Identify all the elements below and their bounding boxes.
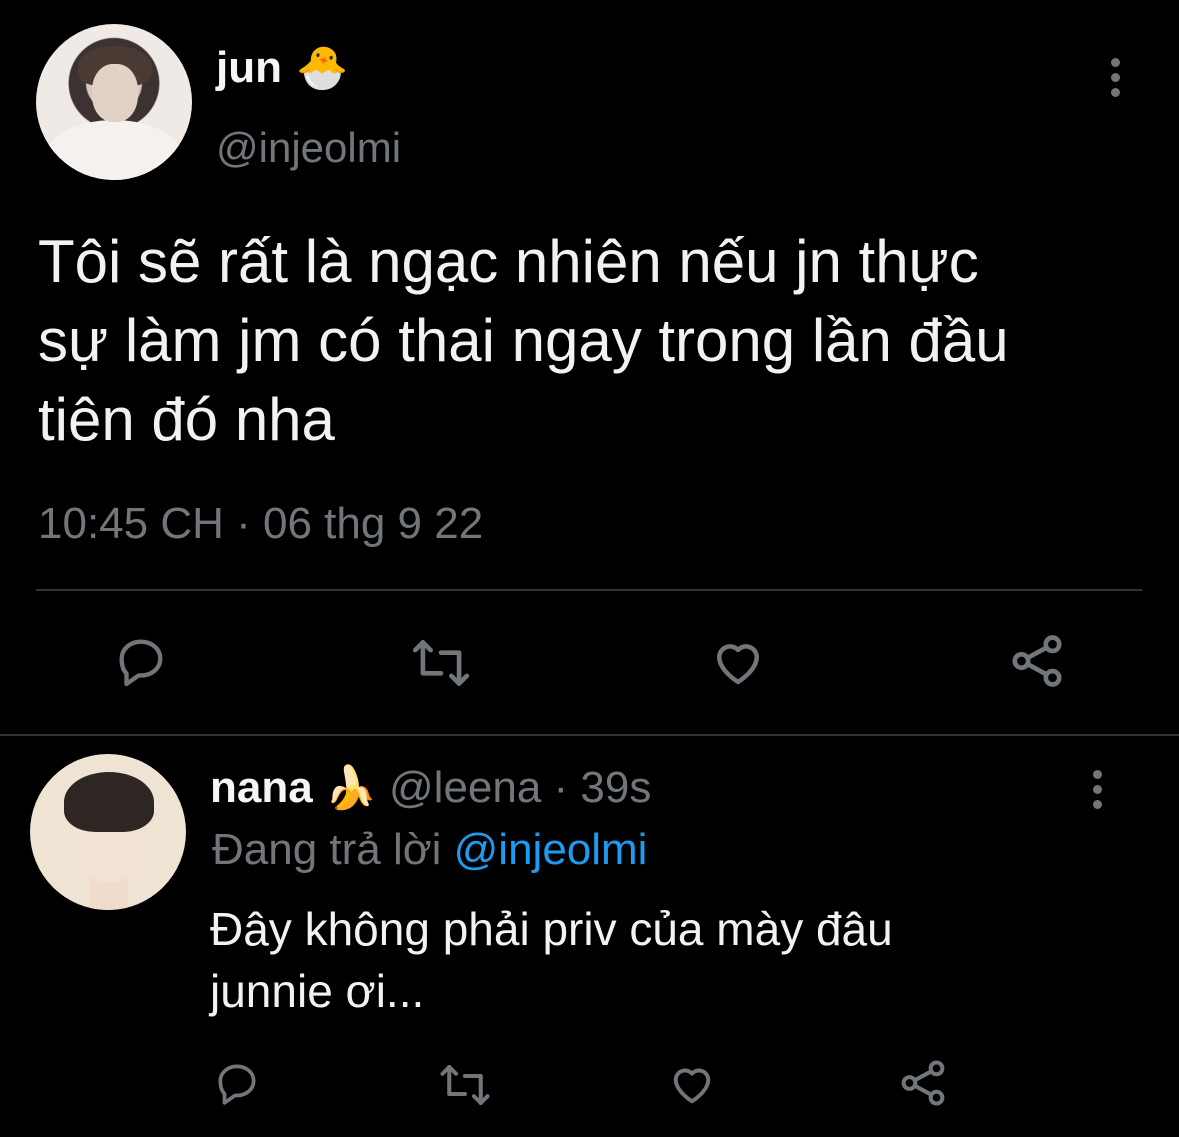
main-display-name[interactable]: jun 🐣 bbox=[216, 40, 348, 96]
reply-more-options-icon[interactable] bbox=[1092, 770, 1102, 809]
retweet-icon[interactable] bbox=[410, 632, 472, 694]
main-tweet-text: Tôi sẽ rất là ngạc nhiên nếu jn thực sự … bbox=[38, 228, 1009, 453]
like-icon[interactable] bbox=[708, 632, 768, 692]
reply-share-icon[interactable] bbox=[896, 1056, 950, 1110]
main-timestamp[interactable]: 10:45 CH · 06 thg 9 22 bbox=[38, 496, 483, 552]
reply-icon[interactable] bbox=[112, 632, 170, 690]
banana-emoji: 🍌 bbox=[324, 763, 377, 812]
reply-tweet-text: Đây không phải priv của mày đâu junnie ơ… bbox=[210, 903, 893, 1017]
tweet-separator bbox=[0, 734, 1179, 736]
main-handle[interactable]: @injeolmi bbox=[216, 120, 401, 176]
reply-header: nana 🍌 @leena · 39s bbox=[210, 760, 651, 816]
reply-reply-icon[interactable] bbox=[212, 1058, 262, 1108]
share-icon[interactable] bbox=[1006, 630, 1068, 692]
replying-to: Đang trả lời @injeolmi bbox=[212, 822, 647, 878]
hatching-chick-emoji: 🐣 bbox=[295, 43, 349, 92]
reply-retweet-icon[interactable] bbox=[438, 1058, 492, 1112]
reply-like-icon[interactable] bbox=[666, 1058, 718, 1110]
reply-display-name[interactable]: nana bbox=[210, 760, 313, 816]
avatar-jun[interactable] bbox=[36, 24, 192, 180]
more-options-icon[interactable] bbox=[1110, 58, 1120, 97]
reply-handle-time[interactable]: @leena · 39s bbox=[389, 760, 651, 816]
main-name-text[interactable]: jun bbox=[216, 40, 282, 96]
replying-mention-link[interactable]: @injeolmi bbox=[454, 825, 648, 874]
replying-prefix: Đang trả lời bbox=[212, 825, 442, 874]
avatar-nana[interactable] bbox=[30, 754, 186, 910]
divider bbox=[36, 589, 1142, 591]
